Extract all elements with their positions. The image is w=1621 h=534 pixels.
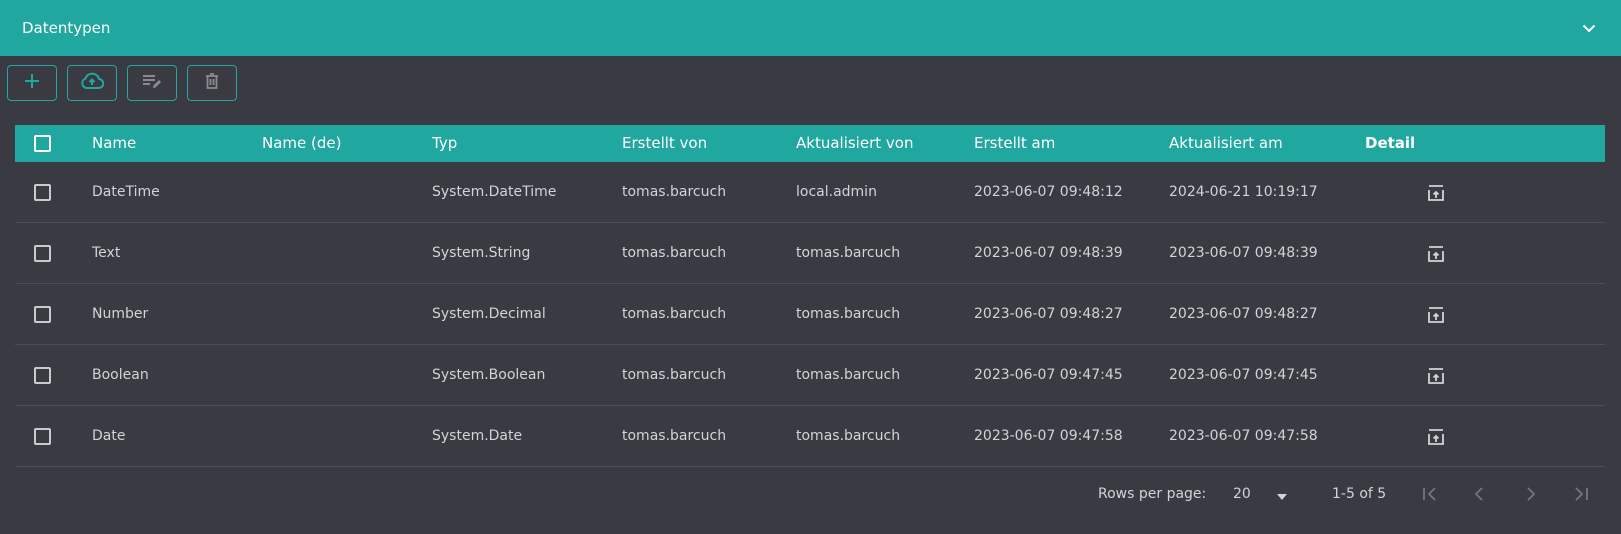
previous-page-icon[interactable] — [1466, 481, 1492, 507]
open-detail-icon[interactable] — [1425, 426, 1447, 448]
caret-down-icon — [1276, 485, 1287, 504]
cell-erstellt-von: tomas.barcuch — [622, 306, 727, 322]
column-header-erstellt-am[interactable]: Erstellt am — [974, 125, 1055, 162]
column-header-aktualisiert-von[interactable]: Aktualisiert von — [796, 125, 913, 162]
cell-typ: System.DateTime — [432, 184, 557, 200]
cell-erstellt-von: tomas.barcuch — [622, 184, 727, 200]
last-page-icon[interactable] — [1568, 481, 1594, 507]
column-header-detail: Detail — [1365, 134, 1416, 152]
cloud-upload-icon — [80, 72, 105, 94]
cell-erstellt-am: 2023-06-07 09:47:45 — [974, 367, 1123, 383]
section-header[interactable]: Datentypen — [0, 0, 1621, 56]
rows-per-page-label: Rows per page: — [1098, 486, 1207, 502]
open-detail-icon[interactable] — [1425, 182, 1447, 204]
edit-list-icon — [141, 72, 163, 94]
toolbar — [7, 65, 237, 101]
chevron-down-icon[interactable] — [1579, 18, 1599, 38]
table-header: Name Name (de) Typ Erstellt von Aktualis… — [15, 125, 1605, 162]
select-all-checkbox[interactable] — [34, 135, 51, 152]
column-header-name[interactable]: Name — [92, 125, 136, 162]
cell-erstellt-am: 2023-06-07 09:48:27 — [974, 306, 1123, 322]
table-row[interactable]: Date System.Date tomas.barcuch tomas.bar… — [15, 406, 1605, 467]
rows-per-page-select[interactable]: 20 — [1233, 466, 1303, 522]
cell-aktualisiert-von: tomas.barcuch — [796, 245, 901, 261]
column-header-aktualisiert-am[interactable]: Aktualisiert am — [1169, 125, 1283, 162]
next-page-icon[interactable] — [1518, 481, 1544, 507]
open-detail-icon[interactable] — [1425, 304, 1447, 326]
plus-icon — [23, 72, 41, 94]
cell-aktualisiert-von: tomas.barcuch — [796, 428, 901, 444]
cell-erstellt-von: tomas.barcuch — [622, 245, 727, 261]
table-row[interactable]: Number System.Decimal tomas.barcuch toma… — [15, 284, 1605, 345]
cell-typ: System.String — [432, 245, 531, 261]
edit-button[interactable] — [127, 65, 177, 101]
cell-erstellt-am: 2023-06-07 09:48:39 — [974, 245, 1123, 261]
trash-icon — [204, 72, 220, 94]
row-checkbox[interactable] — [34, 184, 51, 201]
row-checkbox[interactable] — [34, 367, 51, 384]
cell-aktualisiert-am: 2023-06-07 09:47:58 — [1169, 428, 1318, 444]
cell-typ: System.Date — [432, 428, 523, 444]
cell-erstellt-am: 2023-06-07 09:47:58 — [974, 428, 1123, 444]
row-checkbox[interactable] — [34, 306, 51, 323]
cell-aktualisiert-am: 2023-06-07 09:48:27 — [1169, 306, 1318, 322]
cell-typ: System.Decimal — [432, 306, 546, 322]
cell-erstellt-von: tomas.barcuch — [622, 367, 727, 383]
column-header-name-de[interactable]: Name (de) — [262, 125, 341, 162]
cell-name: Boolean — [92, 367, 149, 383]
upload-button[interactable] — [67, 65, 117, 101]
data-types-table: Name Name (de) Typ Erstellt von Aktualis… — [15, 125, 1605, 467]
cell-aktualisiert-am: 2023-06-07 09:47:45 — [1169, 367, 1318, 383]
row-checkbox[interactable] — [34, 245, 51, 262]
cell-name: Date — [92, 428, 126, 444]
cell-erstellt-von: tomas.barcuch — [622, 428, 727, 444]
add-button[interactable] — [7, 65, 57, 101]
open-detail-icon[interactable] — [1425, 365, 1447, 387]
delete-button[interactable] — [187, 65, 237, 101]
cell-name: DateTime — [92, 184, 160, 200]
cell-aktualisiert-am: 2024-06-21 10:19:17 — [1169, 184, 1318, 200]
cell-aktualisiert-von: tomas.barcuch — [796, 306, 901, 322]
column-header-erstellt-von[interactable]: Erstellt von — [622, 125, 707, 162]
cell-name: Number — [92, 306, 149, 322]
column-header-typ[interactable]: Typ — [432, 125, 457, 162]
cell-aktualisiert-von: tomas.barcuch — [796, 367, 901, 383]
open-detail-icon[interactable] — [1425, 243, 1447, 265]
pagination: Rows per page: 20 1-5 of 5 — [15, 466, 1605, 522]
section-title: Datentypen — [22, 19, 111, 37]
rows-per-page-value: 20 — [1233, 486, 1251, 502]
cell-aktualisiert-von: local.admin — [796, 184, 877, 200]
table-row[interactable]: Boolean System.Boolean tomas.barcuch tom… — [15, 345, 1605, 406]
cell-typ: System.Boolean — [432, 367, 546, 383]
cell-erstellt-am: 2023-06-07 09:48:12 — [974, 184, 1123, 200]
table-row[interactable]: Text System.String tomas.barcuch tomas.b… — [15, 223, 1605, 284]
cell-aktualisiert-am: 2023-06-07 09:48:39 — [1169, 245, 1318, 261]
table-row[interactable]: DateTime System.DateTime tomas.barcuch l… — [15, 162, 1605, 223]
cell-name: Text — [92, 245, 121, 261]
row-checkbox[interactable] — [34, 428, 51, 445]
page-range: 1-5 of 5 — [1332, 486, 1387, 502]
first-page-icon[interactable] — [1417, 481, 1443, 507]
